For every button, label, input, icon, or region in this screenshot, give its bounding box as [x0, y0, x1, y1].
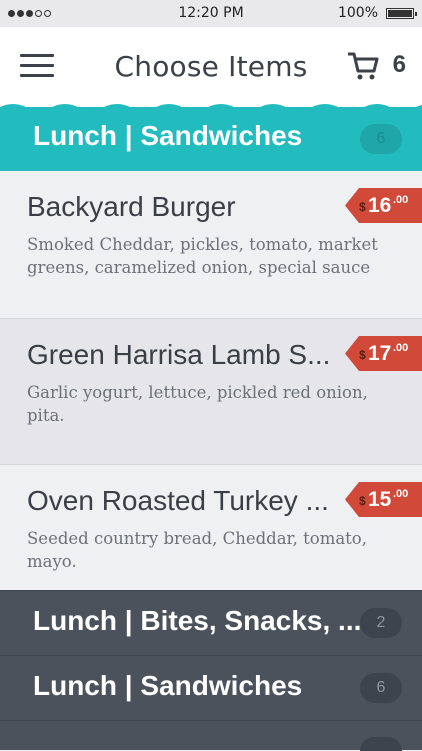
price-tag: $ 17 .00	[345, 336, 422, 371]
menu-item-oven-roasted-turkey[interactable]: Oven Roasted Turkey ... Seeded country b…	[0, 465, 422, 590]
section-header-lunch-sandwiches-2[interactable]: Lunch | Sandwiches 6	[0, 655, 422, 720]
section-count-badge	[360, 737, 402, 751]
section-title: Lunch | Sandwiches	[33, 120, 303, 151]
item-description: Smoked Cheddar, pickles, tomato, market …	[27, 235, 378, 277]
shopping-cart-icon	[348, 52, 379, 80]
section-count-badge: 6	[360, 673, 402, 703]
item-name: Backyard Burger	[27, 191, 236, 222]
section-header-lunch-bites[interactable]: Lunch | Bites, Snacks, ... 2	[0, 590, 422, 655]
section-count-badge: 2	[360, 608, 402, 638]
wave-divider	[0, 104, 422, 113]
battery-percentage: 100%	[337, 5, 378, 21]
status-bar: 12:20 PM 100%	[0, 0, 422, 27]
nav-bar: Choose Items 6	[0, 27, 422, 107]
item-name: Green Harrisa Lamb S...	[27, 339, 331, 370]
menu-item-backyard-burger[interactable]: Backyard Burger Smoked Cheddar, pickles,…	[0, 171, 422, 319]
battery-icon	[386, 8, 417, 19]
section-header-lunch-sandwiches[interactable]: Lunch | Sandwiches 6	[0, 107, 422, 171]
cart-button[interactable]: 6	[346, 49, 406, 83]
price-tag: $ 15 .00	[345, 482, 422, 517]
price-tag: $ 16 .00	[345, 188, 422, 223]
section-header-partial[interactable]	[0, 720, 422, 751]
item-description: Seeded country bread, Cheddar, tomato, m…	[27, 529, 367, 571]
section-count-badge: 6	[360, 124, 402, 154]
item-name: Oven Roasted Turkey ...	[27, 485, 329, 516]
section-title: Lunch | Sandwiches	[33, 670, 303, 701]
cart-count: 6	[392, 51, 406, 78]
menu-item-green-harrisa-lamb[interactable]: Green Harrisa Lamb S... Garlic yogurt, l…	[0, 319, 422, 465]
item-description: Garlic yogurt, lettuce, pickled red onio…	[27, 383, 368, 425]
section-title: Lunch | Bites, Snacks, ...	[33, 605, 362, 636]
